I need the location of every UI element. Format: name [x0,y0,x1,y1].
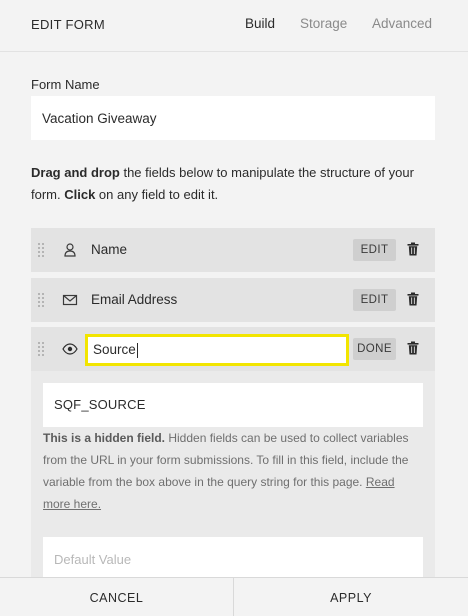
tab-advanced[interactable]: Advanced [372,16,432,31]
field-label-source: Source [93,342,136,357]
form-builder-content: Form Name Drag and drop the fields below… [0,52,468,577]
instructions-text: Drag and drop the fields below to manipu… [31,162,435,206]
tab-build[interactable]: Build [245,16,275,31]
apply-button[interactable]: APPLY [234,578,468,616]
drag-handle-icon[interactable] [38,243,45,257]
field-label-name: Name [91,242,128,257]
cancel-button[interactable]: CANCEL [0,578,234,616]
text-caret [136,342,138,358]
panel-title: EDIT FORM [31,17,105,32]
field-row-email[interactable]: Email Address EDIT [31,278,435,322]
header: EDIT FORM Build Storage Advanced [0,0,468,52]
edit-button[interactable]: EDIT [353,289,396,311]
field-row-name[interactable]: Name EDIT [31,228,435,272]
instructions-bold-click: Click [64,187,96,202]
footer: CANCEL APPLY [0,577,468,616]
variable-name-box[interactable]: SQF_SOURCE [43,383,423,427]
hidden-note-bold: This is a hidden field. [43,431,166,445]
field-row-source[interactable]: Source DONE [31,327,435,371]
trash-icon[interactable] [407,242,419,256]
field-label-input[interactable]: Source [85,334,349,366]
drag-handle-icon[interactable] [38,293,45,307]
field-label-email: Email Address [91,292,178,307]
form-name-input[interactable] [31,96,435,140]
trash-icon[interactable] [407,341,419,355]
eye-icon [62,343,78,355]
hidden-field-note: This is a hidden field. Hidden fields ca… [43,427,423,515]
instructions-part2: on any field to edit it. [95,187,219,202]
trash-icon[interactable] [407,292,419,306]
form-name-label: Form Name [31,77,100,92]
done-button[interactable]: DONE [353,338,396,360]
edit-button[interactable]: EDIT [353,239,396,261]
drag-handle-icon[interactable] [38,342,45,356]
default-value-input[interactable] [43,537,423,577]
envelope-icon [62,294,78,306]
hidden-field-settings: SQF_SOURCE This is a hidden field. Hidde… [31,371,435,577]
person-icon [64,243,76,257]
tab-storage[interactable]: Storage [300,16,347,31]
instructions-bold-drag: Drag and drop [31,165,120,180]
